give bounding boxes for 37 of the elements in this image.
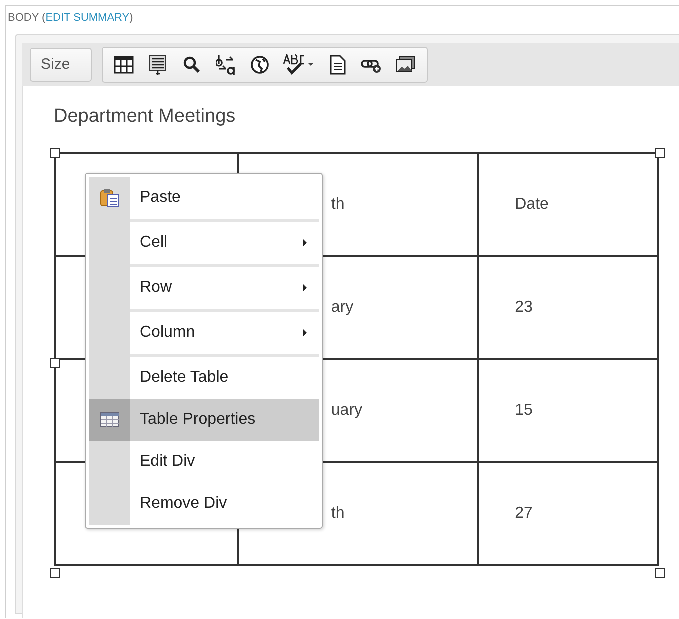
menu-item[interactable]: Paste <box>130 177 319 222</box>
menu-item[interactable]: Column <box>130 312 319 357</box>
image-icon[interactable] <box>395 54 417 76</box>
resize-handle[interactable] <box>50 568 60 578</box>
table-cell-text: uary <box>331 402 363 418</box>
edit-summary-link[interactable]: EDIT SUMMARY <box>46 12 130 24</box>
table-cell-text: 15 <box>515 402 533 418</box>
resize-handle[interactable] <box>50 358 60 368</box>
menu-item[interactable]: Table Properties <box>89 399 319 441</box>
field-label-end: ) <box>130 12 134 24</box>
field-label: BODY ( <box>8 12 46 24</box>
submenu-arrow-icon <box>303 239 307 247</box>
table-cell-text: Date <box>515 196 549 212</box>
resize-handle[interactable] <box>655 568 665 578</box>
submenu-arrow-icon <box>303 284 307 292</box>
menu-item[interactable]: Edit Div <box>89 441 319 483</box>
table-cell-text: ary <box>331 298 354 316</box>
resize-handle[interactable] <box>50 148 60 158</box>
menu-item[interactable]: Row <box>130 267 319 312</box>
table-cell-text: 23 <box>515 298 533 316</box>
heading: Department Meetings <box>54 106 237 128</box>
menu-item[interactable]: Cell <box>130 222 319 267</box>
table-cell-text: th <box>331 504 345 522</box>
resize-handle[interactable] <box>655 148 665 158</box>
menu-item[interactable]: Remove Div <box>89 483 319 525</box>
spellcheck-icon[interactable] <box>283 54 315 76</box>
table-icon[interactable] <box>113 54 135 76</box>
replace-icon[interactable] <box>215 54 237 76</box>
menu-item[interactable]: Delete Table <box>89 357 319 399</box>
size-dropdown[interactable]: Size <box>30 48 92 82</box>
clipboard-icon <box>100 188 120 208</box>
globe-icon[interactable] <box>249 54 271 76</box>
table-icon <box>100 412 120 428</box>
text-block-icon[interactable] <box>147 54 169 76</box>
table-cell-text: 27 <box>515 504 533 522</box>
submenu-arrow-icon <box>303 329 307 337</box>
table-cell-text: th <box>331 196 345 212</box>
